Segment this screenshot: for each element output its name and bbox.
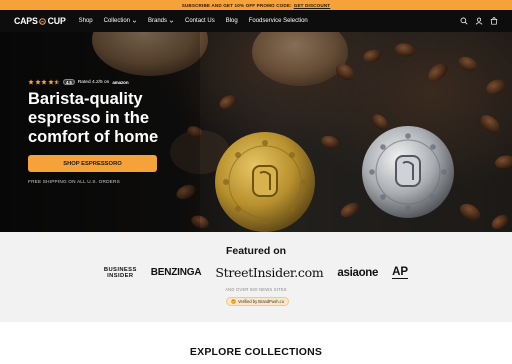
business-insider-logo: BUSINESS INSIDER: [104, 267, 137, 279]
check-circle-icon: [231, 299, 236, 304]
nav-label: Shop: [78, 18, 93, 24]
cart-icon[interactable]: [490, 17, 498, 25]
cup-logo-icon: [39, 17, 46, 25]
hero-banner: 4.5 Rated 4.2/5 on amazon Barista-qualit…: [0, 32, 512, 232]
explore-collections-heading: EXPLORE COLLECTIONS: [189, 346, 323, 358]
account-icon[interactable]: [475, 17, 483, 25]
nav-item-brands[interactable]: Brands: [148, 18, 174, 24]
star-rating: [28, 79, 60, 85]
free-shipping-note: Free shipping on all U.S. orders: [28, 179, 120, 184]
announcement-text: Subscribe and get 10% off promo code:: [181, 2, 292, 8]
shop-espressoro-button[interactable]: Shop Espressoro: [28, 155, 157, 172]
announcement-bar: Subscribe and get 10% off promo code: GE…: [0, 0, 512, 10]
nav-item-shop[interactable]: Shop: [79, 18, 93, 24]
ap-logo: AP: [392, 265, 409, 279]
verified-text: Verified by BrandPush.co: [238, 299, 284, 304]
press-logos: BUSINESS INSIDER BENZINGA StreetInsider.…: [0, 265, 512, 280]
main-nav: Shop Collection Brands Contact Us Blog F…: [79, 18, 308, 24]
nav-item-collection[interactable]: Collection: [104, 18, 137, 24]
chevron-down-icon: [169, 20, 174, 23]
star-icon: [41, 79, 47, 85]
logo-text-right: CUP: [47, 16, 66, 26]
hero-title: Barista-quality espresso in the comfort …: [28, 90, 159, 146]
nav-label: Foodservice Selection: [248, 18, 308, 24]
featured-title: Featured on: [225, 245, 287, 257]
rating-text: Rated 4.2/5 on: [77, 79, 110, 85]
chevron-down-icon: [132, 20, 137, 23]
streetinsider-logo: StreetInsider.com: [215, 265, 324, 280]
site-header: CAPS CUP Shop Collection Brands Contact …: [0, 10, 512, 32]
nav-item-blog[interactable]: Blog: [226, 18, 238, 24]
star-icon: [47, 79, 54, 85]
news-sites-note: And over 500 news sites: [225, 287, 287, 292]
nav-label: Contact Us: [185, 18, 215, 24]
promo-code-link[interactable]: GET DISCOUNT: [294, 3, 331, 8]
rating-badge: 4.5: [63, 79, 75, 85]
asiaone-logo: asiaone: [337, 266, 379, 279]
brandpush-verified-badge[interactable]: Verified by BrandPush.co: [226, 297, 289, 306]
nav-item-foodservice[interactable]: Foodservice Selection: [249, 18, 308, 24]
header-actions: [460, 17, 498, 25]
search-icon[interactable]: [460, 17, 468, 25]
nav-label: Brands: [148, 18, 168, 24]
logo-text-left: CAPS: [14, 16, 38, 26]
star-icon: [28, 79, 34, 85]
logo-line: BUSINESS: [103, 266, 137, 273]
amazon-logo: amazon: [112, 79, 129, 85]
nav-label: Collection: [103, 18, 130, 24]
star-icon: [34, 79, 41, 85]
star-icon: [54, 79, 60, 85]
featured-on-section: Featured on BUSINESS INSIDER BENZINGA St…: [0, 232, 512, 322]
logo-line: INSIDER: [107, 272, 134, 279]
benzinga-logo: BENZINGA: [150, 267, 202, 278]
site-logo[interactable]: CAPS CUP: [14, 16, 66, 26]
rating-row: 4.5 Rated 4.2/5 on amazon: [28, 79, 129, 85]
nav-label: Blog: [225, 18, 238, 24]
nav-item-contact[interactable]: Contact Us: [185, 18, 215, 24]
